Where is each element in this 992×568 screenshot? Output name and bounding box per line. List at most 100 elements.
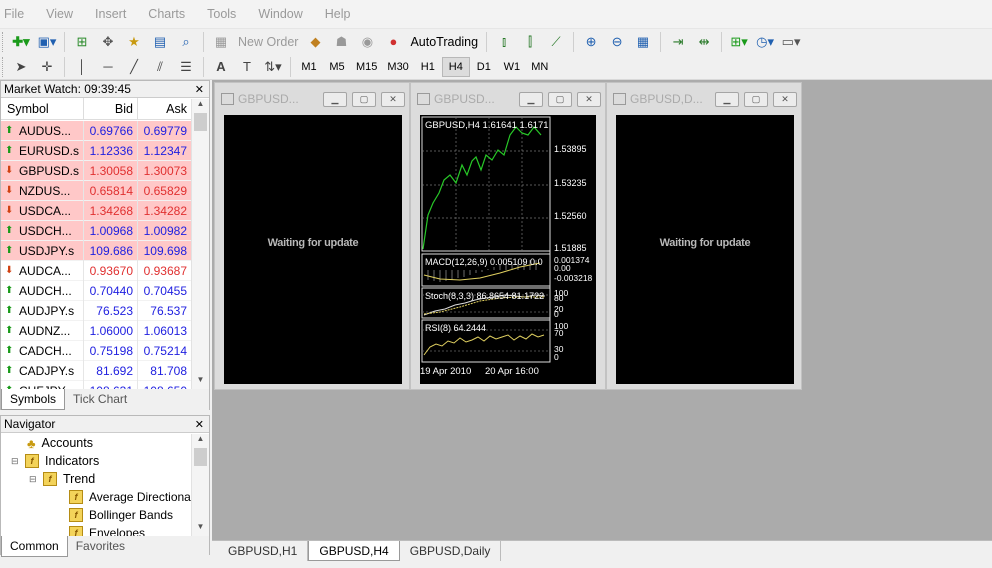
periods-icon[interactable]: ◷▾ — [753, 31, 777, 53]
candlestick-icon[interactable]: ⫿ — [518, 31, 542, 53]
column-ask[interactable]: Ask — [137, 98, 191, 119]
line-chart-icon[interactable]: ⟋ — [544, 31, 568, 53]
tab-tick-chart[interactable]: Tick Chart — [65, 389, 135, 409]
menu-window[interactable]: Window — [258, 7, 302, 21]
tree-item-adx[interactable]: f Average Directiona — [1, 488, 192, 506]
market-watch-row[interactable]: ⬆ CADCH... 0.75198 0.75214 — [1, 340, 192, 361]
auto-scroll-icon[interactable]: ⇥ — [666, 31, 690, 53]
menu-help[interactable]: Help — [325, 7, 351, 21]
tree-item-envelopes[interactable]: f Envelopes — [1, 524, 192, 536]
tab-favorites[interactable]: Favorites — [68, 536, 133, 556]
scroll-up-icon[interactable]: ▲ — [192, 434, 209, 448]
market-watch-row[interactable]: ⬇ GBPUSD.s 1.30058 1.30073 — [1, 160, 192, 181]
maximize-button[interactable]: ▢ — [352, 91, 376, 107]
menu-file[interactable]: File — [4, 7, 24, 21]
navigator-icon[interactable]: ★ — [122, 31, 146, 53]
timeframe-w1[interactable]: W1 — [498, 57, 526, 77]
tree-item-indicators[interactable]: ⊟ f Indicators — [1, 452, 192, 470]
navigator-scrollbar[interactable]: ▲ ▼ — [191, 434, 209, 536]
close-icon[interactable]: ✕ — [195, 418, 204, 431]
market-watch-row[interactable]: ⬆ AUDCH... 0.70440 0.70455 — [1, 280, 192, 301]
tree-item-accounts[interactable]: ♣ Accounts — [1, 434, 192, 452]
collapse-icon[interactable]: ⊟ — [11, 456, 25, 467]
timeframe-mn[interactable]: MN — [526, 57, 554, 77]
tab-gbpusd-daily[interactable]: GBPUSD,Daily — [400, 541, 502, 561]
chart-window-titlebar[interactable]: GBPUSD... ▁ ▢ ✕ — [215, 83, 409, 115]
bar-chart-icon[interactable]: ⫾ — [492, 31, 516, 53]
maximize-button[interactable]: ▢ — [744, 91, 768, 107]
market-watch-row[interactable]: ⬆ AUDNZ... 1.06000 1.06013 — [1, 320, 192, 341]
tab-symbols[interactable]: Symbols — [1, 389, 66, 410]
tree-item-trend[interactable]: ⊟ f Trend — [1, 470, 192, 488]
market-watch-row[interactable]: ⬇ AUDCA... 0.93670 0.93687 — [1, 260, 192, 281]
tree-item-bollinger[interactable]: f Bollinger Bands — [1, 506, 192, 524]
trendline-icon[interactable]: ╱ — [122, 56, 146, 78]
zoom-in-icon[interactable]: ⊕ — [579, 31, 603, 53]
equidistant-channel-icon[interactable]: ⫽ — [148, 56, 172, 78]
collapse-icon[interactable]: ⊟ — [29, 474, 43, 485]
chart-window-titlebar[interactable]: GBPUSD... ▁ ▢ ✕ — [411, 83, 605, 115]
chart-window-titlebar[interactable]: GBPUSD,D... ▁ ▢ ✕ — [607, 83, 801, 115]
market-watch-row[interactable]: ⬆CHFJPY...108.631108.650 — [1, 380, 192, 389]
community-icon[interactable]: ☗ — [329, 31, 353, 53]
tab-gbpusd-h4[interactable]: GBPUSD,H4 — [308, 541, 400, 561]
text-icon[interactable]: A — [209, 56, 233, 78]
scroll-down-icon[interactable]: ▼ — [192, 375, 209, 389]
minimize-button[interactable]: ▁ — [715, 91, 739, 107]
timeframe-m15[interactable]: M15 — [351, 57, 382, 77]
scroll-thumb[interactable] — [194, 113, 207, 131]
horizontal-line-icon[interactable]: ─ — [96, 56, 120, 78]
close-button[interactable]: ✕ — [381, 91, 405, 107]
templates-icon[interactable]: ▭▾ — [779, 31, 803, 53]
terminal-icon[interactable]: ▤ — [148, 31, 172, 53]
market-watch-row[interactable]: ⬆ CADJPY.s 81.692 81.708 — [1, 360, 192, 381]
toolbar-grip[interactable] — [2, 31, 5, 52]
scroll-up-icon[interactable]: ▲ — [192, 99, 209, 113]
chart-window-gbpusd-h4[interactable]: GBPUSD... ▁ ▢ ✕ GBPUSD,H4 1.61641 1.6171… — [410, 82, 606, 390]
minimize-button[interactable]: ▁ — [323, 91, 347, 107]
column-symbol[interactable]: Symbol — [1, 98, 83, 119]
scroll-thumb[interactable] — [194, 448, 207, 466]
tab-common[interactable]: Common — [1, 536, 68, 557]
market-watch-row[interactable]: ⬆ AUDJPY.s 76.523 76.537 — [1, 300, 192, 321]
menu-charts[interactable]: Charts — [148, 7, 185, 21]
close-icon[interactable]: ✕ — [195, 83, 204, 96]
market-watch-row[interactable]: ⬇ USDCA... 1.34268 1.34282 — [1, 200, 192, 221]
arrows-icon[interactable]: ⇅▾ — [261, 56, 285, 78]
crosshair-icon[interactable]: ✛ — [35, 56, 59, 78]
text-label-icon[interactable]: T — [235, 56, 259, 78]
timeframe-d1[interactable]: D1 — [470, 57, 498, 77]
timeframe-m5[interactable]: M5 — [323, 57, 351, 77]
zoom-out-icon[interactable]: ⊖ — [605, 31, 629, 53]
strategy-tester-icon[interactable]: ⌕ — [174, 31, 198, 53]
market-watch-row[interactable]: ⬆ AUDUS... 0.69766 0.69779 — [1, 121, 192, 141]
menu-tools[interactable]: Tools — [207, 7, 236, 21]
autotrading-button[interactable]: AutoTrading — [406, 35, 482, 49]
market-watch-row[interactable]: ⬆ EURUSD.s 1.12336 1.12347 — [1, 140, 192, 161]
fibonacci-icon[interactable]: ☰ — [174, 56, 198, 78]
timeframe-m1[interactable]: M1 — [295, 57, 323, 77]
market-watch-icon[interactable]: ⊞ — [70, 31, 94, 53]
menu-view[interactable]: View — [46, 7, 73, 21]
new-chart-icon[interactable]: ✚▾ — [9, 31, 33, 53]
chart-canvas[interactable]: GBPUSD,H4 1.61641 1.6171 1.53895 1.53235… — [420, 115, 596, 384]
cursor-icon[interactable]: ➤ — [9, 56, 33, 78]
column-bid[interactable]: Bid — [83, 98, 137, 119]
metaeditor-icon[interactable]: ◆ — [303, 31, 327, 53]
maximize-button[interactable]: ▢ — [548, 91, 572, 107]
chart-window-gbpusd-h1[interactable]: GBPUSD... ▁ ▢ ✕ Waiting for update — [214, 82, 410, 390]
chart-canvas[interactable]: Waiting for update — [224, 115, 402, 384]
indicators-icon[interactable]: ⊞▾ — [727, 31, 751, 53]
minimize-button[interactable]: ▁ — [519, 91, 543, 107]
tab-gbpusd-h1[interactable]: GBPUSD,H1 — [212, 541, 309, 561]
market-watch-scrollbar[interactable]: ▲ ▼ — [191, 99, 209, 389]
market-watch-row[interactable]: ⬆ USDJPY.s 109.686 109.698 — [1, 240, 192, 261]
chart-shift-icon[interactable]: ⇹ — [692, 31, 716, 53]
timeframe-h4[interactable]: H4 — [441, 56, 470, 77]
new-order-icon[interactable]: ▦ — [209, 31, 233, 53]
signals-icon[interactable]: ◉ — [355, 31, 379, 53]
scroll-down-icon[interactable]: ▼ — [192, 522, 209, 536]
data-window-icon[interactable]: ✥ — [96, 31, 120, 53]
new-order-button[interactable]: New Order — [234, 35, 302, 49]
menu-insert[interactable]: Insert — [95, 7, 126, 21]
